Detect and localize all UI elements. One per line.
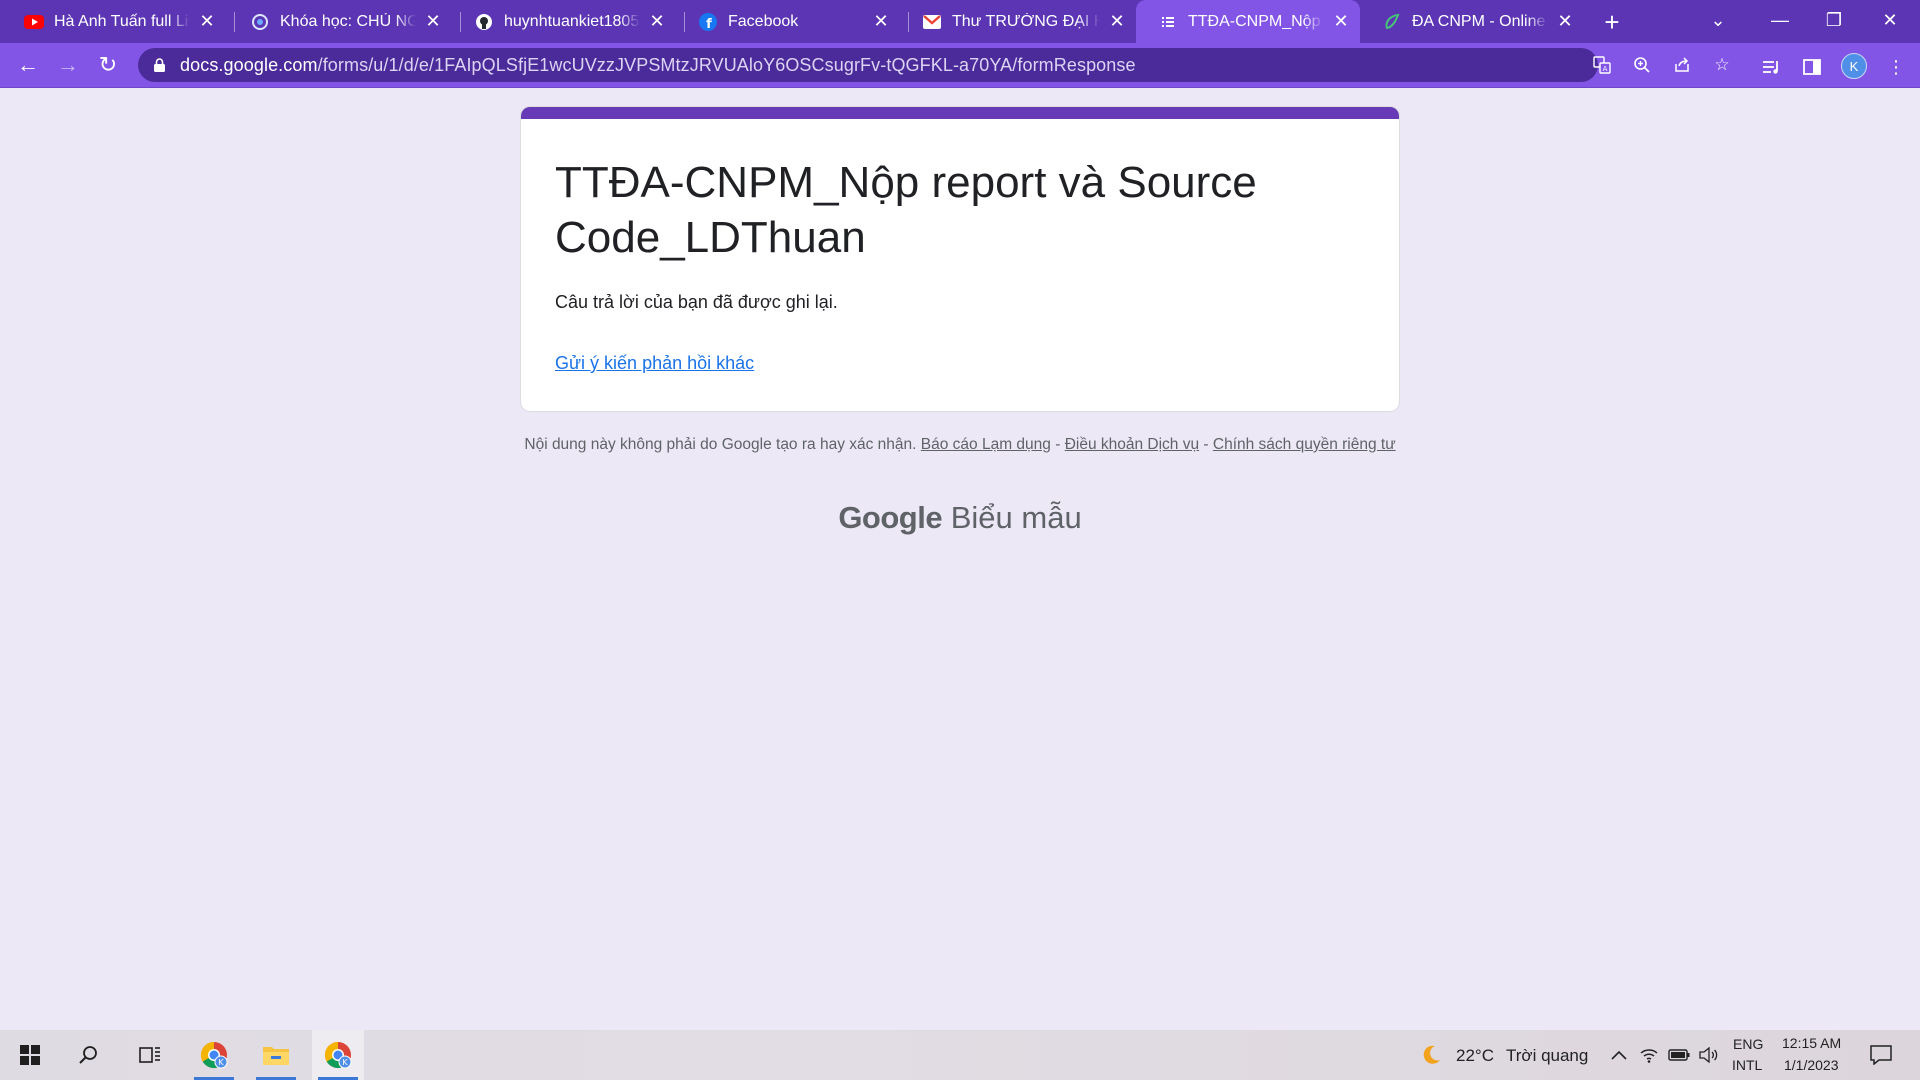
tab-title: ĐA CNPM - Online La: [1412, 12, 1548, 30]
terms-of-service-link[interactable]: Điều khoản Dịch vụ: [1065, 436, 1199, 453]
clock-date[interactable]: 1/1/2023: [1784, 1057, 1839, 1073]
search-icon: [79, 1046, 97, 1064]
google-forms-brand[interactable]: Google Biểu mẫu: [520, 500, 1400, 536]
menu-kebab-icon[interactable]: ⋮: [1884, 55, 1908, 79]
report-abuse-link[interactable]: Báo cáo Lạm dụng: [921, 436, 1051, 453]
bookmark-star-icon[interactable]: ☆: [1710, 53, 1734, 77]
windows-logo-icon: [20, 1045, 40, 1065]
task-view-icon: [139, 1047, 160, 1063]
close-icon[interactable]: ✕: [196, 11, 218, 33]
taskbar-chrome-2[interactable]: K: [312, 1030, 364, 1080]
weather-temperature[interactable]: 22°C: [1456, 1046, 1494, 1066]
profile-avatar[interactable]: K: [1841, 53, 1867, 79]
notifications-icon[interactable]: [1868, 1042, 1894, 1068]
card-accent-bar: [521, 107, 1399, 119]
svg-text:K: K: [342, 1058, 348, 1067]
input-language[interactable]: ENG: [1733, 1036, 1763, 1052]
taskbar-file-explorer[interactable]: [250, 1030, 302, 1080]
reload-button[interactable]: ↻: [92, 49, 124, 81]
task-view-button[interactable]: [124, 1030, 176, 1080]
close-icon[interactable]: ✕: [1106, 11, 1128, 33]
tab-title: Thư TRƯỜNG ĐẠI HỌ: [952, 12, 1100, 30]
forward-button[interactable]: →: [52, 49, 84, 81]
chrome-icon: K: [324, 1041, 352, 1069]
address-bar[interactable]: docs.google.com/forms/u/1/d/e/1FAIpQLSfj…: [138, 48, 1730, 82]
tab-title: TTĐA-CNPM_Nộp rep: [1188, 12, 1324, 30]
search-button[interactable]: [62, 1030, 114, 1080]
close-icon[interactable]: ✕: [646, 11, 668, 33]
tab-title: Khóa học: CHỦ NGHĨA: [280, 12, 416, 30]
form-response-card: TTĐA-CNPM_Nộp report và Source Code_LDTh…: [520, 106, 1400, 412]
tab-title: Facebook: [728, 12, 799, 30]
reading-list-icon[interactable]: [1760, 55, 1784, 79]
privacy-policy-link[interactable]: Chính sách quyền riêng tư: [1213, 436, 1396, 453]
disclaimer-text: Nội dung này không phải do Google tạo ra…: [524, 436, 917, 453]
tab-title: Hà Anh Tuấn full Live: [54, 12, 190, 30]
lock-icon[interactable]: [152, 58, 166, 72]
restore-button[interactable]: ❐: [1806, 0, 1862, 40]
close-icon[interactable]: ✕: [1554, 11, 1576, 33]
tab-google-forms[interactable]: TTĐA-CNPM_Nộp rep ✕: [1136, 0, 1360, 43]
tab-github[interactable]: huynhtuankiet1805/P ✕: [452, 0, 676, 43]
start-button[interactable]: [4, 1030, 56, 1080]
tab-course[interactable]: Khóa học: CHỦ NGHĨA ✕: [228, 0, 452, 43]
folder-icon: [263, 1047, 289, 1065]
close-icon[interactable]: ✕: [1330, 11, 1352, 33]
browser-tab-strip: Hà Anh Tuấn full Live ✕ Khóa học: CHỦ NG…: [0, 0, 1920, 43]
tab-search-chevron-down-icon[interactable]: ⌄: [1690, 0, 1746, 40]
keyboard-layout[interactable]: INTL: [1732, 1057, 1762, 1073]
google-logo-text: Google: [838, 500, 943, 535]
svg-text:f: f: [706, 17, 712, 31]
new-tab-button[interactable]: +: [1598, 7, 1626, 37]
tab-title: huynhtuankiet1805/P: [504, 12, 640, 30]
taskbar-chrome-1[interactable]: K: [188, 1030, 240, 1080]
close-icon[interactable]: ✕: [422, 11, 444, 33]
overleaf-icon: [1382, 12, 1402, 32]
chrome-icon: K: [200, 1041, 228, 1069]
tab-facebook[interactable]: f Facebook ✕: [676, 0, 900, 43]
youtube-icon: [24, 12, 44, 32]
volume-icon[interactable]: [1698, 1044, 1720, 1066]
battery-icon[interactable]: [1668, 1044, 1690, 1066]
translate-icon[interactable]: A: [1590, 53, 1614, 77]
tab-gmail[interactable]: Thư TRƯỜNG ĐẠI HỌ ✕: [900, 0, 1136, 43]
side-panel-icon[interactable]: [1800, 55, 1824, 79]
submit-another-response-link[interactable]: Gửi ý kiến phản hồi khác: [555, 353, 754, 374]
page-content: TTĐA-CNPM_Nộp report và Source Code_LDTh…: [0, 89, 1920, 1030]
google-forms-icon: [1158, 12, 1178, 32]
close-window-button[interactable]: ✕: [1862, 0, 1918, 40]
confirmation-message: Câu trả lời của bạn đã được ghi lại.: [555, 292, 838, 312]
clock-time[interactable]: 12:15 AM: [1782, 1035, 1841, 1051]
wifi-icon[interactable]: [1638, 1044, 1660, 1066]
form-title: TTĐA-CNPM_Nộp report và Source Code_LDTh…: [555, 158, 1257, 262]
url-text[interactable]: docs.google.com/forms/u/1/d/e/1FAIpQLSfj…: [180, 55, 1136, 76]
footer-disclaimer: Nội dung này không phải do Google tạo ra…: [524, 436, 1396, 453]
weather-moon-icon[interactable]: [1418, 1042, 1444, 1068]
minimize-button[interactable]: —: [1752, 0, 1808, 40]
browser-toolbar: ← → ↻ docs.google.com/forms/u/1/d/e/1FAI…: [0, 43, 1920, 88]
zoom-icon[interactable]: [1630, 53, 1654, 77]
gmail-icon: [922, 12, 942, 32]
svg-text:A: A: [1603, 65, 1608, 73]
close-icon[interactable]: ✕: [870, 11, 892, 33]
weather-condition[interactable]: Trời quang: [1506, 1046, 1588, 1066]
windows-taskbar: K K 22°C Trời quang ENG INTL 12:15 AM 1/…: [0, 1030, 1920, 1080]
tab-youtube[interactable]: Hà Anh Tuấn full Live ✕: [2, 0, 226, 43]
svg-text:K: K: [218, 1058, 224, 1067]
tab-overleaf[interactable]: ĐA CNPM - Online La ✕: [1360, 0, 1584, 43]
share-icon[interactable]: [1670, 53, 1694, 77]
forms-product-name: Biểu mẫu: [950, 500, 1082, 535]
show-hidden-icons-chevron-up-icon[interactable]: [1608, 1044, 1630, 1066]
back-button[interactable]: ←: [12, 49, 44, 81]
moodle-icon: [250, 12, 270, 32]
facebook-icon: f: [698, 12, 718, 32]
github-icon: [474, 12, 494, 32]
